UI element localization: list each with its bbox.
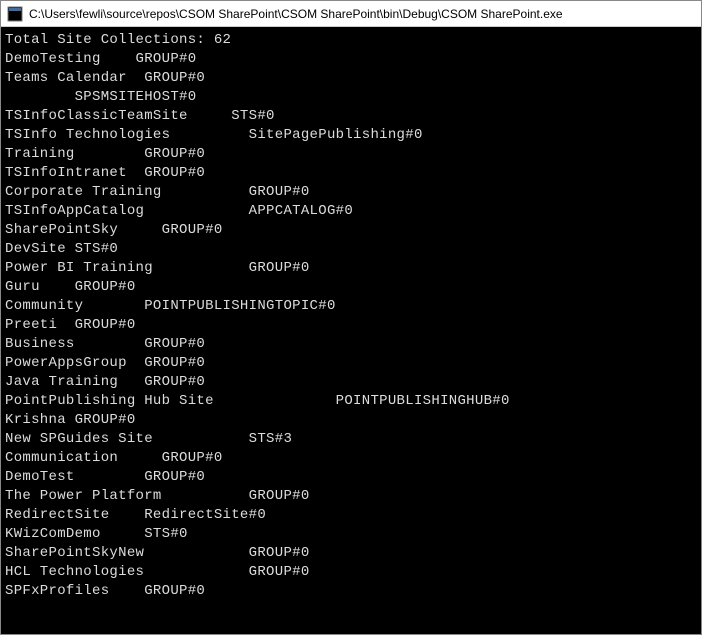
- window-title: C:\Users\fewli\source\repos\CSOM SharePo…: [29, 7, 563, 21]
- console-output[interactable]: Total Site Collections: 62 DemoTesting G…: [1, 27, 701, 634]
- console-window: C:\Users\fewli\source\repos\CSOM SharePo…: [0, 0, 702, 635]
- titlebar[interactable]: C:\Users\fewli\source\repos\CSOM SharePo…: [1, 1, 701, 27]
- app-icon: [7, 6, 23, 22]
